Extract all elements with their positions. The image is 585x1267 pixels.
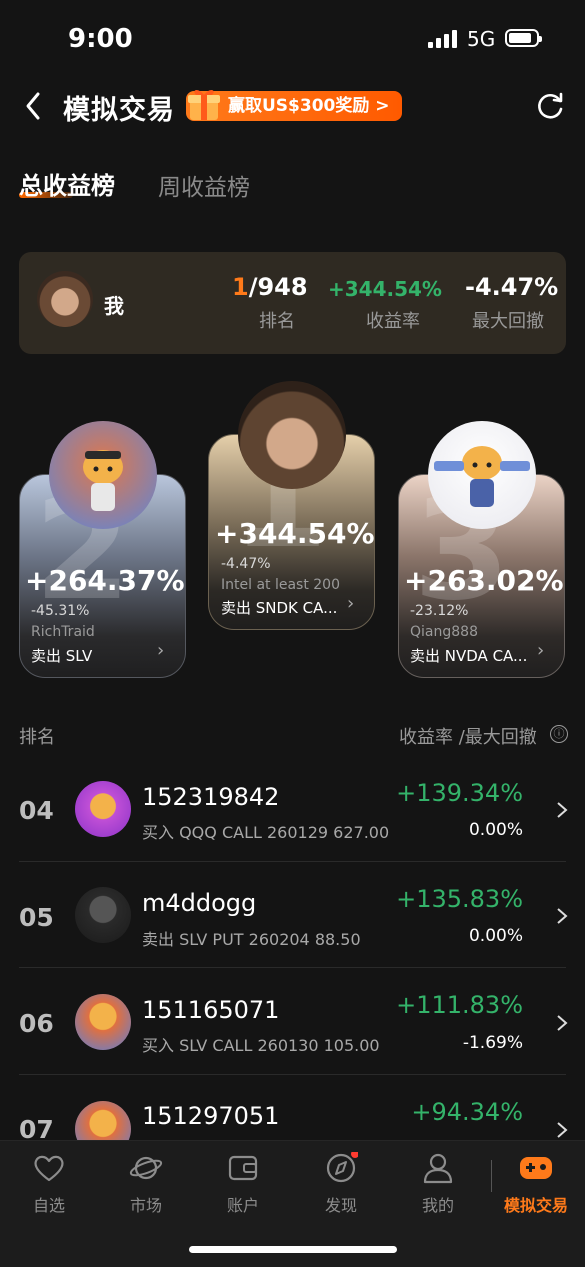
podium-second-avatar	[49, 421, 157, 529]
status-time: 9:00	[68, 24, 133, 54]
tab-weekly-ranking[interactable]: 周收益榜	[158, 168, 250, 202]
avatar	[75, 887, 131, 943]
nav-label: 模拟交易	[503, 1196, 568, 1215]
podium-first-drawdown: -4.47%	[221, 556, 271, 572]
my-rank-label: 排名	[259, 311, 295, 332]
signal-icon	[428, 30, 457, 48]
planet-icon	[129, 1156, 163, 1180]
my-return-label: 收益率	[366, 311, 420, 332]
wallet-icon	[228, 1155, 258, 1181]
podium-third-name: Qiang888	[410, 624, 478, 640]
nav-item-paper-trading[interactable]: 模拟交易	[496, 1152, 576, 1216]
my-rank-card[interactable]	[19, 252, 566, 354]
row-trade: 卖出 SLV PUT 260204 88.50	[142, 930, 361, 949]
divider	[19, 861, 566, 862]
row-name[interactable]: m4ddogg	[142, 889, 256, 917]
podium-first-return: +344.54%	[215, 517, 375, 550]
row-return: +139.34%	[396, 779, 523, 807]
chevron-right-icon[interactable]: ›	[537, 640, 544, 661]
podium-third-trade: 卖出 NVDA CA...	[410, 647, 528, 665]
row-return: +111.83%	[396, 991, 523, 1019]
podium-second-return: +264.37%	[25, 564, 185, 597]
podium-first-name: Intel at least 200	[221, 577, 340, 593]
my-drawdown-label: 最大回撤	[472, 311, 544, 332]
chevron-right-icon[interactable]	[552, 1013, 572, 1033]
row-rank: 04	[19, 796, 54, 825]
gamepad-icon	[520, 1157, 552, 1179]
nav-item-account[interactable]: 账户	[208, 1152, 278, 1216]
chevron-right-icon[interactable]: ›	[157, 640, 164, 661]
home-indicator[interactable]	[189, 1246, 397, 1253]
compass-icon	[326, 1150, 359, 1183]
page-title: 模拟交易	[63, 95, 175, 126]
row-name[interactable]: 151165071	[142, 996, 279, 1024]
avatar	[75, 781, 131, 837]
nav-label: 发现	[324, 1196, 357, 1215]
row-return: +135.83%	[396, 885, 523, 913]
row-drawdown: -1.69%	[462, 1033, 523, 1053]
row-name[interactable]: 152319842	[142, 783, 279, 811]
avatar	[37, 271, 93, 327]
back-icon[interactable]	[18, 86, 58, 126]
divider	[19, 1074, 566, 1075]
podium-second-name: RichTraid	[31, 624, 95, 640]
person-icon	[423, 1153, 453, 1184]
chevron-right-icon[interactable]	[552, 1120, 572, 1140]
row-rank: 05	[19, 903, 54, 932]
nav-label: 自选	[32, 1196, 65, 1215]
chevron-right-icon[interactable]: ›	[347, 593, 354, 614]
nav-label: 账户	[226, 1196, 259, 1215]
nav-item-me[interactable]: 我的	[403, 1152, 473, 1216]
row-trade: 买入 QQQ CALL 260129 627.00	[142, 823, 390, 842]
my-name: 我	[104, 294, 124, 318]
row-trade: 买入 SLV CALL 260130 105.00	[142, 1036, 380, 1055]
divider	[19, 967, 566, 968]
gift-icon	[188, 90, 220, 120]
nav-label: 我的	[421, 1196, 454, 1215]
tab-total-ranking[interactable]: 总收益榜	[19, 166, 115, 201]
podium-first-avatar	[238, 381, 346, 489]
nav-item-market[interactable]: 市场	[111, 1152, 181, 1216]
row-drawdown: 0.00%	[468, 820, 523, 840]
nav-item-watchlist[interactable]: 自选	[14, 1152, 84, 1216]
notification-dot	[351, 1150, 359, 1158]
list-header-metrics: 收益率 /最大回撤	[399, 727, 537, 748]
row-rank: 06	[19, 1009, 54, 1038]
podium-third-avatar	[428, 421, 536, 529]
avatar	[75, 994, 131, 1050]
battery-icon	[505, 29, 542, 47]
row-drawdown: 0.00%	[468, 926, 523, 946]
my-drawdown-value: -4.47%	[465, 273, 559, 301]
nav-item-discover[interactable]: 发现	[306, 1150, 376, 1216]
info-icon[interactable]: ⓘ	[550, 725, 568, 743]
mascot-icon	[83, 450, 123, 511]
list-header-rank: 排名	[19, 727, 55, 748]
row-name[interactable]: 151297051	[142, 1102, 279, 1130]
nav-label: 市场	[129, 1196, 162, 1215]
network-label: 5G	[467, 27, 496, 51]
podium-second-drawdown: -45.31%	[31, 603, 90, 619]
chevron-right-icon[interactable]	[552, 906, 572, 926]
podium-third-drawdown: -23.12%	[410, 603, 469, 619]
refresh-icon[interactable]	[533, 89, 567, 123]
chevron-right-icon[interactable]	[552, 800, 572, 820]
my-return-value: +344.54%	[328, 277, 442, 301]
my-rank-value: 1/948	[232, 273, 308, 301]
podium-first-trade: 卖出 SNDK CA...	[221, 599, 338, 617]
podium-second-trade: 卖出 SLV	[31, 647, 93, 665]
heart-icon	[34, 1155, 64, 1182]
row-return: +94.34%	[411, 1098, 523, 1126]
podium-third-return: +263.02%	[404, 564, 564, 597]
mascot-icon	[434, 446, 530, 507]
nav-separator	[491, 1160, 492, 1192]
